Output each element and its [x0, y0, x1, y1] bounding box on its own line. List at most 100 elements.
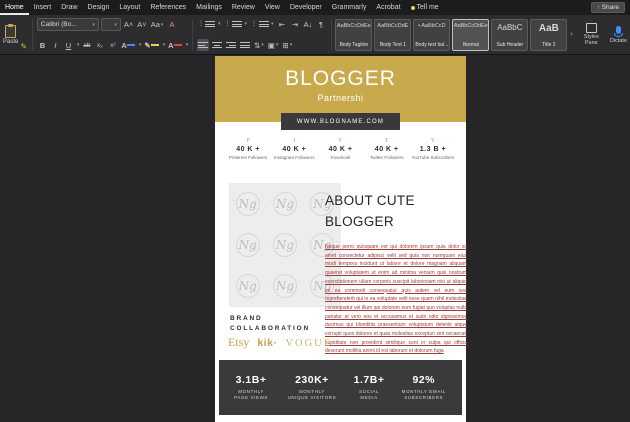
chevron-down-icon: ▾ [160, 21, 164, 28]
bottom-stats-bar: 3.1B+ MONTHLY PAGE VIEWS 230K+ MONTHLY U… [219, 360, 462, 415]
underline-button[interactable]: U [63, 39, 74, 51]
chevron-down-icon: ▾ [114, 21, 117, 28]
font-group: Calibri (Bo... ▾ ▾ A˄ A˅ Aa ▾ A B I U ▾ … [35, 15, 190, 54]
tell-me-label: Tell me [416, 4, 439, 11]
twitter-icon: T [384, 138, 389, 144]
blue-bar [126, 43, 135, 46]
style-label: Title 2 [542, 41, 556, 48]
subscript-button[interactable]: x₂ [94, 39, 105, 51]
menu-tab-layout[interactable]: Layout [114, 0, 145, 15]
borders-button[interactable]: ⊞ ▾ [281, 39, 293, 51]
shrink-font-button[interactable]: A˅ [136, 19, 147, 31]
decrease-indent-button[interactable]: ⇤ [277, 18, 288, 30]
italic-button[interactable]: I [50, 39, 61, 51]
font-name-select[interactable]: Calibri (Bo... ▾ [36, 18, 99, 31]
stat-value: 40 K + [328, 146, 353, 153]
style-chip-sub-header[interactable]: AaBbC Sub Header [491, 18, 529, 51]
monogram-logo: ˜ Ng ˜ [233, 191, 263, 216]
tell-me-search[interactable]: Tell me [406, 0, 444, 15]
styles-pane-button[interactable]: Styles Pane [576, 15, 607, 54]
align-left-button[interactable] [196, 39, 209, 51]
shading-button[interactable]: ▣ ▾ [267, 39, 280, 51]
font-size-select[interactable]: ▾ [100, 18, 121, 31]
menu-tab-mailings[interactable]: Mailings [191, 0, 227, 15]
bold-button[interactable]: B [37, 39, 48, 51]
format-painter-icon[interactable]: ✎ [20, 42, 27, 51]
stat-value: 230K+ [295, 373, 329, 386]
vogue-logo: VOGUE [285, 338, 333, 349]
gallery-expand-button[interactable]: › [569, 31, 573, 38]
highlight-color-button[interactable]: ✎ [143, 39, 159, 51]
justify-button[interactable] [239, 39, 251, 51]
stat-value: 92% [412, 373, 435, 386]
style-chip-normal[interactable]: AaBbCcDdEe Normal [452, 18, 490, 51]
youtube-icon: Y [430, 138, 436, 144]
bullet-list-button[interactable]: ⋮ ▾ [197, 18, 222, 30]
list-lines [205, 21, 216, 27]
menu-tab-view[interactable]: View [260, 0, 285, 15]
list-lines [231, 21, 242, 27]
chevron-down-icon: ▾ [244, 21, 247, 27]
dictate-button[interactable]: Dictate [607, 15, 630, 54]
stat-value: 40 K + [374, 146, 399, 153]
show-paragraph-marks-button[interactable]: ¶ [316, 18, 327, 30]
numbered-list-button[interactable]: ⋮ ▾ [223, 18, 248, 30]
bullet-list-icon: ⋮ [197, 21, 204, 27]
sort-button[interactable]: A↓ [303, 18, 314, 30]
stat-label: MONTHLY UNIQUE VISITORS [287, 388, 337, 401]
strikethrough-button[interactable]: ab [81, 39, 92, 51]
align-center-button[interactable] [211, 39, 223, 51]
clear-formatting-button[interactable]: A [166, 19, 177, 31]
styles-pane-icon [585, 23, 597, 33]
text-effects-button[interactable]: A [120, 39, 135, 51]
style-preview: AaB [538, 22, 559, 34]
microphone-stand-icon [613, 32, 623, 37]
menu-tab-developer[interactable]: Developer [285, 0, 327, 15]
stat-value: 40 K + [236, 146, 261, 153]
change-case-icon: Aa [150, 20, 160, 29]
change-case-button[interactable]: Aa ▾ [150, 19, 165, 31]
grow-font-button[interactable]: A˄ [123, 19, 134, 31]
line-spacing-button[interactable]: ⇅ ▾ [253, 39, 265, 51]
dictate-label: Dictate [609, 37, 627, 44]
multilevel-list-button[interactable]: ⋮ ▾ [250, 18, 275, 30]
align-center-icon [211, 42, 222, 48]
style-label: Body text bul... [415, 41, 449, 48]
menu-tab-home[interactable]: Home [0, 0, 29, 15]
menu-tab-grammarly[interactable]: Grammarly [327, 0, 372, 15]
stat-label: MONTHLY EMAIL SUBSCRIBERS [401, 388, 446, 401]
stat-label: SOCIAL MEDIA [359, 388, 380, 401]
divider [32, 19, 33, 50]
paste-label: Paste [3, 38, 19, 45]
stat-youtube: Y 1.3 B + YouTube Subscribers [410, 138, 456, 160]
chevron-down-icon: ▾ [217, 21, 221, 27]
about-body-text: Neque porro quisquam est qui dolorem ips… [325, 244, 467, 355]
brand-collaboration-heading: BRAND COLLABORATION [230, 314, 310, 334]
ribbon: Paste ✎ Calibri (Bo... ▾ ▾ A˄ A˅ Aa ▾ A … [0, 15, 630, 55]
paste-button[interactable]: Paste [3, 23, 19, 45]
menu-tab-review[interactable]: Review [227, 0, 260, 15]
style-chip-body-text-bullet[interactable]: • AaBbCcD Body text bul... [413, 18, 451, 51]
style-label: Body Text 1 [379, 41, 406, 48]
style-chip-body-text-1[interactable]: AaBbCcDdE Body Text 1 [374, 18, 412, 51]
chevron-down-icon: ▾ [76, 42, 80, 48]
style-chip-body-tagline[interactable]: AaBbCcDdEe Body Tagline [335, 18, 373, 51]
menu-tab-references[interactable]: References [145, 0, 191, 15]
line-spacing-icon: ⇅ [253, 40, 261, 50]
stat-label: MONTHLY PAGE VIEWS [234, 388, 269, 401]
style-chip-title-2[interactable]: AaB Title 2 [530, 18, 568, 51]
font-color-button[interactable]: A [167, 39, 182, 51]
share-icon: ↑ [596, 4, 600, 11]
menu-tab-acrobat[interactable]: Acrobat [371, 0, 405, 15]
menu-tab-insert[interactable]: Insert [29, 0, 57, 15]
align-right-button[interactable] [225, 39, 237, 51]
menu-tab-design[interactable]: Design [83, 0, 115, 15]
menu-tab-draw[interactable]: Draw [56, 0, 82, 15]
divider [192, 19, 193, 50]
share-button[interactable]: ↑ Share [590, 2, 625, 13]
increase-indent-button[interactable]: ⇥ [290, 18, 301, 30]
style-preview: AaBbC [497, 22, 523, 32]
document-page[interactable]: BLOGGER Partnershi WWW.BLOGNAME.COM P 40… [215, 56, 467, 422]
superscript-button[interactable]: x² [107, 39, 118, 51]
underline-icon: U [65, 40, 72, 50]
